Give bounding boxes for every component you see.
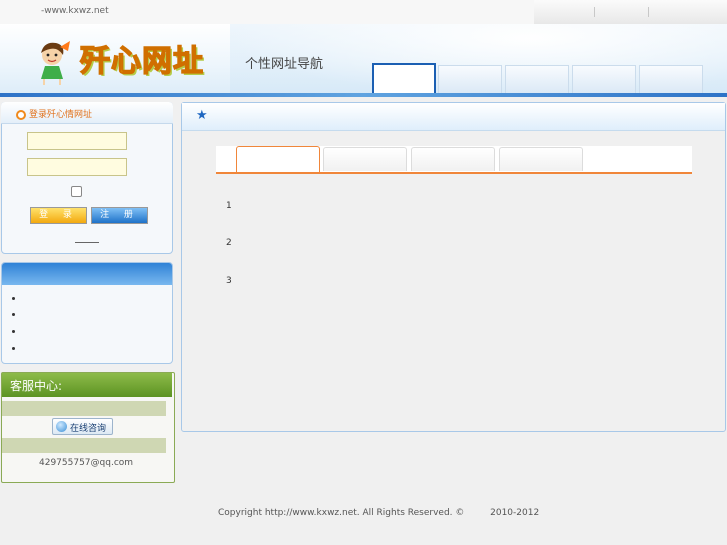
header-bottom-line bbox=[0, 93, 727, 97]
customer-service-title: 客服中心: bbox=[10, 379, 63, 393]
password-input[interactable] bbox=[27, 158, 127, 176]
list-number: 2 bbox=[226, 238, 232, 248]
username-input[interactable] bbox=[27, 132, 127, 150]
circle-bullet-icon bbox=[16, 110, 26, 120]
footer-copyright: Copyright http://www.kxwz.net. All Right… bbox=[218, 508, 540, 518]
login-divider bbox=[75, 242, 99, 243]
service-band bbox=[2, 401, 166, 416]
content-tab-2[interactable] bbox=[323, 147, 407, 171]
site-logo-text[interactable]: 歼心网址 bbox=[79, 36, 204, 80]
service-band bbox=[2, 438, 166, 453]
nav-tab-1[interactable] bbox=[372, 63, 436, 93]
mascot-icon bbox=[41, 41, 70, 85]
top-links-strip bbox=[534, 0, 727, 24]
list-item[interactable] bbox=[12, 297, 15, 300]
list-item[interactable] bbox=[12, 313, 15, 316]
chat-icon bbox=[56, 421, 67, 432]
list-number: 1 bbox=[226, 201, 232, 211]
nav-tab-5[interactable] bbox=[639, 65, 703, 93]
content-tabs-underline bbox=[216, 172, 692, 174]
top-link-separator bbox=[648, 7, 649, 17]
signin-button[interactable]: 登 录 bbox=[30, 207, 87, 224]
register-button[interactable]: 注 册 bbox=[91, 207, 148, 224]
nav-tab-3[interactable] bbox=[505, 65, 569, 93]
remember-checkbox[interactable] bbox=[71, 186, 82, 197]
star-icon: ★ bbox=[196, 108, 208, 123]
list-item[interactable] bbox=[12, 330, 15, 333]
content-tab-1[interactable] bbox=[236, 146, 320, 173]
online-consult-label[interactable]: 在线咨询 bbox=[70, 421, 106, 434]
list-number: 3 bbox=[226, 276, 232, 286]
links-panel-header bbox=[2, 263, 172, 285]
nav-tab-4[interactable] bbox=[572, 65, 636, 93]
content-tab-3[interactable] bbox=[411, 147, 495, 171]
top-url-text[interactable]: -www.kxwz.net bbox=[41, 6, 109, 16]
list-item[interactable] bbox=[12, 347, 15, 350]
top-link-separator bbox=[594, 7, 595, 17]
login-panel bbox=[1, 102, 173, 254]
login-title: 登录歼心情网址 bbox=[29, 110, 93, 120]
service-email: 429755757@qq.com bbox=[39, 458, 134, 468]
site-slogan: 个性网址导航 bbox=[245, 57, 324, 72]
content-tab-4[interactable] bbox=[499, 147, 583, 171]
main-panel-header bbox=[182, 103, 725, 131]
nav-tab-2[interactable] bbox=[438, 65, 502, 93]
